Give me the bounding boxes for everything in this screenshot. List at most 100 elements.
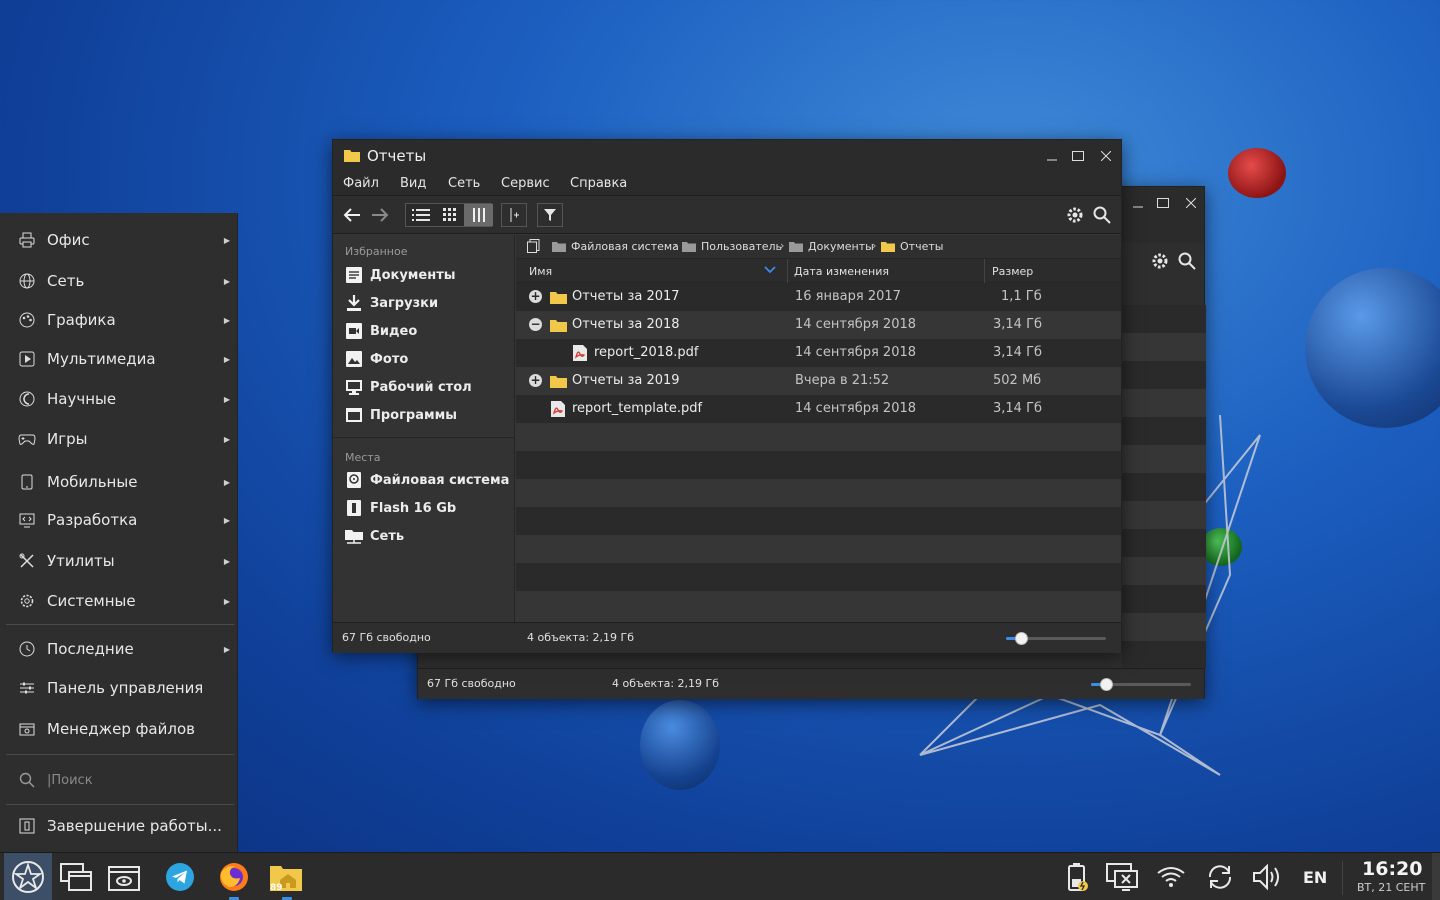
settings-icon[interactable]	[1150, 251, 1170, 271]
submenu-arrow-icon: ▶	[223, 394, 230, 404]
wifi-button[interactable]	[1155, 861, 1187, 893]
clock-time[interactable]: 16:20	[1362, 858, 1422, 880]
maximize-button[interactable]	[1068, 146, 1088, 166]
table-row[interactable]: report_2018.pdf 14 сентября 2018 3,14 Гб	[516, 339, 1121, 367]
zoom-slider-handle[interactable]	[1015, 632, 1028, 645]
breadcrumb-item[interactable]: Пользователь	[682, 240, 782, 253]
menu-view[interactable]: Вид	[400, 176, 426, 191]
sidebar-item-photo[interactable]: Фото	[345, 350, 408, 368]
collapse-icon[interactable]: −	[529, 318, 542, 331]
column-date-header[interactable]: Дата изменения	[794, 265, 889, 278]
breadcrumb-label: Файловая система	[571, 240, 679, 253]
copy-path-icon[interactable]	[527, 239, 540, 253]
filter-button[interactable]	[537, 203, 563, 227]
menu-item-games[interactable]: Игры ▶	[0, 422, 238, 456]
breadcrumb-item[interactable]: Файловая система	[552, 240, 679, 253]
window-titlebar[interactable]: Отчеты	[333, 140, 1121, 172]
file-date: Вчера в 21:52	[795, 373, 890, 388]
menu-search[interactable]: |Поиск	[0, 763, 238, 797]
file-date: 16 января 2017	[795, 289, 901, 304]
search-input[interactable]: |Поиск	[47, 773, 93, 788]
menu-item-file-manager[interactable]: Менеджер файлов	[0, 712, 238, 746]
column-name-header[interactable]: Имя	[529, 265, 552, 278]
sidebar-item-desktop[interactable]: Рабочий стол	[345, 378, 472, 396]
menu-help[interactable]: Справка	[570, 176, 627, 191]
display-button[interactable]	[1106, 861, 1138, 893]
sidebar-item-flash[interactable]: Flash 16 Gb	[345, 499, 456, 517]
menu-file[interactable]: Файл	[343, 176, 379, 191]
printer-icon	[18, 231, 36, 249]
start-button[interactable]	[4, 853, 52, 900]
file-size: 502 Мб	[993, 373, 1042, 388]
breadcrumb-label: Отчеты	[900, 240, 944, 253]
sidebar-item-filesystem[interactable]: Файловая система	[345, 471, 509, 489]
breadcrumb-item[interactable]: Документы	[789, 240, 874, 253]
sidebar-item-network[interactable]: Сеть	[345, 527, 404, 545]
close-button[interactable]	[1096, 146, 1116, 166]
search-icon[interactable]	[1092, 205, 1112, 225]
pdf-icon	[551, 401, 565, 417]
firefox-button[interactable]	[216, 859, 252, 895]
sidebar-item-programs[interactable]: Программы	[345, 406, 457, 424]
clock-date: ВТ, 21 СЕНТ	[1357, 881, 1426, 894]
menu-item-science[interactable]: Научные ▶	[0, 382, 238, 416]
file-size: 3,14 Гб	[993, 345, 1043, 360]
expand-icon[interactable]: +	[529, 374, 542, 387]
table-row[interactable]: − Отчеты за 2018 14 сентября 2018 3,14 Г…	[516, 311, 1121, 339]
icon-view-button[interactable]	[435, 204, 464, 226]
breadcrumb-item-current[interactable]: Отчеты	[881, 240, 943, 253]
expand-icon[interactable]: +	[529, 290, 542, 303]
menu-network[interactable]: Сеть	[448, 176, 480, 191]
sidebar-item-downloads[interactable]: Загрузки	[345, 294, 438, 312]
battery-button[interactable]	[1061, 861, 1093, 893]
folder-icon	[552, 242, 566, 252]
menu-item-label: Завершение работы...	[47, 817, 222, 835]
menu-separator	[6, 804, 234, 805]
sidebar-item-video[interactable]: Видео	[345, 322, 417, 340]
menu-item-system[interactable]: Системные ▶	[0, 584, 238, 618]
menu-item-graphics[interactable]: Графика ▶	[0, 303, 238, 337]
telegram-button[interactable]	[162, 859, 198, 895]
settings-icon[interactable]	[1065, 205, 1085, 225]
menu-item-utilities[interactable]: Утилиты ▶	[0, 544, 238, 578]
column-size-header[interactable]: Размер	[992, 265, 1033, 278]
sync-button[interactable]	[1204, 861, 1236, 893]
column-view-button[interactable]	[464, 204, 493, 226]
file-manager-button[interactable]: 89	[268, 859, 304, 895]
file-date: 14 сентября 2018	[795, 401, 917, 416]
window-switcher-button[interactable]	[58, 859, 94, 895]
maximize-button[interactable]	[1153, 193, 1173, 213]
forward-button[interactable]	[369, 205, 391, 225]
empty-row	[516, 479, 1121, 507]
menu-item-multimedia[interactable]: Мультимедиа ▶	[0, 342, 238, 376]
close-button[interactable]	[1181, 193, 1201, 213]
menu-item-development[interactable]: Разработка ▶	[0, 503, 238, 537]
volume-button[interactable]	[1252, 861, 1284, 893]
show-desktop-corner[interactable]	[1432, 853, 1440, 900]
menu-item-control-panel[interactable]: Панель управления	[0, 671, 238, 705]
zoom-slider-handle[interactable]	[1100, 678, 1113, 691]
show-desktop-icon	[108, 866, 140, 891]
file-manager-window[interactable]: Отчеты Файл Вид Сеть Сервис Справка Избр…	[332, 139, 1122, 653]
menu-item-network[interactable]: Сеть ▶	[0, 264, 238, 298]
menu-item-office[interactable]: Офис ▶	[0, 223, 238, 257]
search-icon[interactable]	[1177, 251, 1197, 271]
sidebar-item-documents[interactable]: Документы	[345, 266, 456, 284]
minimize-button[interactable]	[1128, 193, 1148, 213]
table-row[interactable]: + Отчеты за 2019 Вчера в 21:52 502 Мб	[516, 367, 1121, 395]
menu-service[interactable]: Сервис	[501, 176, 550, 191]
menu-item-shutdown[interactable]: Завершение работы...	[0, 809, 238, 843]
keyboard-layout-indicator[interactable]: EN	[1303, 868, 1327, 887]
menu-item-recent[interactable]: Последние ▶	[0, 632, 238, 666]
split-view-button[interactable]	[501, 203, 527, 227]
list-view-button[interactable]	[406, 204, 435, 226]
sort-chevron-down-icon[interactable]	[764, 263, 776, 278]
file-size: 3,14 Гб	[993, 401, 1043, 416]
show-desktop-button[interactable]	[106, 859, 142, 895]
back-button[interactable]	[341, 205, 363, 225]
row-stripe	[1122, 417, 1206, 445]
minimize-button[interactable]	[1042, 146, 1062, 166]
table-row[interactable]: report_template.pdf 14 сентября 2018 3,1…	[516, 395, 1121, 423]
menu-item-mobile[interactable]: Мобильные ▶	[0, 465, 238, 499]
table-row[interactable]: + Отчеты за 2017 16 января 2017 1,1 Гб	[516, 283, 1121, 311]
